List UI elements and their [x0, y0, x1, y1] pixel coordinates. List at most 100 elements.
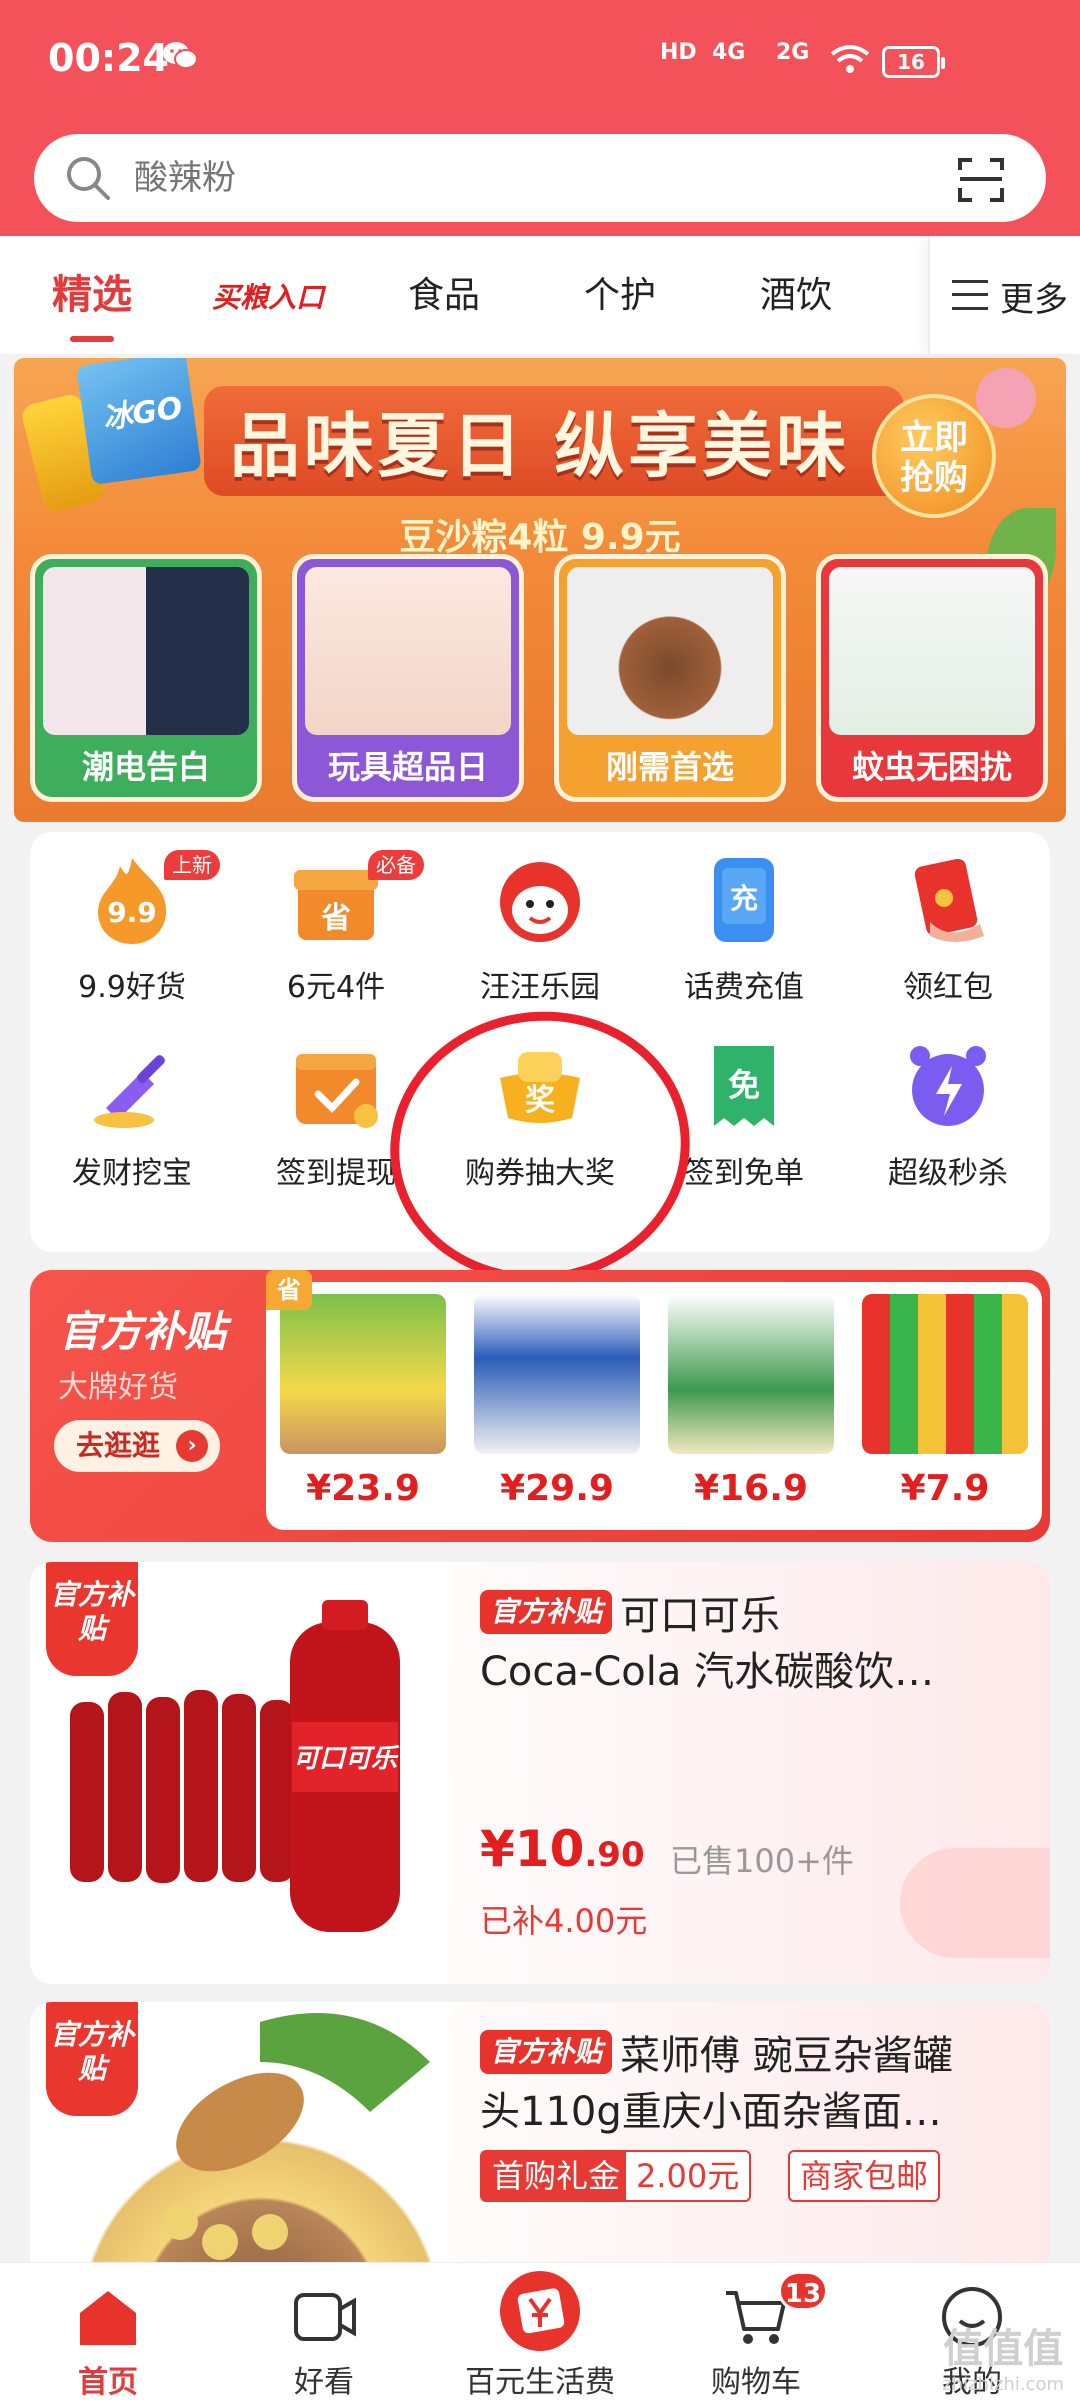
soy-milk-box-image — [668, 1294, 834, 1454]
grid-item-label: 9.9好货 — [78, 970, 186, 1005]
category-tabs: 精选 买粮入口 食品 个护 酒饮 更多 — [0, 236, 1080, 354]
calendar-check-icon — [296, 1054, 378, 1128]
first-purchase-coupon-label: 首购礼金 — [480, 2150, 633, 2202]
nav-label: 购物车 — [711, 2365, 801, 2400]
grid-item-checkin-cashout[interactable]: 签到提现 — [234, 1018, 438, 1198]
browse-button[interactable]: 去逛逛 › — [54, 1420, 221, 1472]
grid-item-treasure-dig[interactable]: 发财挖宝 — [30, 1018, 234, 1198]
first-purchase-coupon-value: 2.00元 — [624, 2150, 752, 2202]
product-price: ¥23.9 — [306, 1468, 420, 1509]
product-price: ¥10.90 — [480, 1820, 645, 1878]
prize-text: 奖 — [525, 1083, 555, 1118]
promo-banner[interactable]: 冰GO 品味夏日 纵享美味 豆沙粽4粒 9.9元 立即 抢购 潮电告白 玩具超品… — [14, 358, 1066, 822]
wifi-icon — [830, 45, 870, 73]
nav-watch[interactable]: 好看 — [216, 2263, 432, 2408]
browse-label: 去逛逛 — [76, 1429, 161, 1462]
shovel-treasure-icon — [94, 1055, 165, 1128]
nav-living-allowance[interactable]: 百元生活费 — [432, 2263, 648, 2408]
more-label: 更多 — [1000, 280, 1068, 320]
instant-rice-image — [567, 567, 773, 735]
grid-item-99-deals[interactable]: 9.9 上新 9.9好货 — [30, 832, 234, 1012]
grid-item-wangwang-park[interactable]: 汪汪乐园 — [438, 832, 642, 1012]
card-caption: 潮电告白 — [81, 748, 210, 786]
watermark-main: 值值值 — [943, 2326, 1064, 2372]
tab-personal-care[interactable]: 个护 — [584, 266, 656, 318]
free-text: 免 — [728, 1066, 760, 1104]
search-input[interactable] — [134, 148, 934, 208]
subsidy-subtitle: 大牌好货 — [58, 1370, 178, 1405]
banner-card-essentials[interactable]: 刚需首选 — [554, 554, 786, 802]
subsidy-product[interactable]: ¥7.9 — [848, 1282, 1042, 1530]
nav-cart[interactable]: 13 购物车 — [648, 2263, 864, 2408]
nav-label: 好看 — [294, 2365, 354, 2400]
status-bar: 00:24 HD 4G 2G 16 — [0, 0, 1080, 120]
new-tag: 上新 — [164, 850, 220, 880]
banner-card-mosquito[interactable]: 蚊虫无困扰 — [816, 554, 1048, 802]
product-price: ¥16.9 — [694, 1468, 808, 1509]
battery-indicator: 16 — [882, 46, 945, 78]
nav-label: 首页 — [78, 2365, 138, 2400]
product-title-line2: Coca-Cola 汽水碳酸饮… — [480, 1649, 935, 1695]
watermark-domain: zhizhizhi.com — [942, 2374, 1064, 2395]
free-receipt-icon: 免 — [714, 1046, 774, 1126]
menu-icon — [952, 280, 988, 310]
phone-topup-icon: 充 — [714, 858, 774, 942]
banner-cards: 潮电告白 玩具超品日 刚需首选 蚊虫无困扰 — [30, 554, 1050, 804]
tab-grain-entry[interactable]: 买粮入口 — [212, 276, 324, 316]
grid-item-6yuan-4pcs[interactable]: 省 必备 6元4件 — [234, 832, 438, 1012]
subsidy-product[interactable]: ¥16.9 — [654, 1282, 848, 1530]
tab-drinks[interactable]: 酒饮 — [760, 266, 832, 318]
grid-item-label: 超级秒杀 — [888, 1156, 1008, 1191]
nav-home[interactable]: 首页 — [0, 2263, 216, 2408]
quick-entry-grid: 9.9 上新 9.9好货 省 必备 6元4件 汪汪乐园 充 话费充值 领红包 发… — [30, 832, 1050, 1252]
sold-count: 已售100+件 — [670, 1842, 854, 1880]
flame-99-text: 9.9 — [107, 896, 157, 929]
header: 00:24 HD 4G 2G 16 — [0, 0, 1080, 236]
tab-featured[interactable]: 精选 — [52, 262, 132, 342]
topup-text: 充 — [730, 882, 758, 915]
grid-item-label: 6元4件 — [286, 970, 386, 1005]
grid-item-flash-sale[interactable]: 超级秒杀 — [846, 1018, 1050, 1198]
banner-card-toys[interactable]: 玩具超品日 — [292, 554, 524, 802]
search-bar[interactable] — [34, 134, 1046, 222]
tab-food[interactable]: 食品 — [408, 266, 480, 318]
scan-icon[interactable] — [956, 154, 1006, 204]
home-icon — [80, 2291, 136, 2345]
grid-item-label: 汪汪乐园 — [480, 970, 600, 1005]
buy-now-line1: 立即 — [900, 418, 968, 458]
subsidy-amount: 已补4.00元 — [480, 1902, 648, 1940]
grid-item-label: 话费充值 — [684, 970, 804, 1005]
beer-case-image — [474, 1294, 640, 1454]
must-have-tag: 必备 — [368, 850, 424, 880]
more-categories-button[interactable]: 更多 — [928, 236, 1080, 354]
grid-item-coupon-lottery[interactable]: 奖 购券抽大奖 — [438, 1018, 642, 1198]
grid-item-label: 购券抽大奖 — [465, 1156, 615, 1191]
grid-item-phone-topup[interactable]: 充 话费充值 — [642, 832, 846, 1012]
video-icon — [294, 2293, 356, 2341]
hd-indicator: HD — [660, 40, 697, 65]
grid-item-red-envelope[interactable]: 领红包 — [846, 832, 1050, 1012]
chips-bags-image — [862, 1294, 1028, 1454]
red-envelope-icon — [914, 858, 984, 942]
grid-item-label: 领红包 — [903, 970, 993, 1005]
subsidy-badge: 官方补贴 — [480, 1590, 613, 1634]
toy-tower-image — [305, 567, 511, 735]
product-card[interactable]: 可口可乐 官方补贴 可口可乐 官方补贴 Coca-Cola 汽水碳酸饮… ¥10… — [30, 1562, 1050, 1984]
official-subsidy-section[interactable]: 官方补贴 大牌好货 去逛逛 › ¥23.9 ¥29.9 ¥16.9 ¥7.9 省 — [30, 1270, 1050, 1542]
snack-box-image — [280, 1294, 446, 1454]
save-box-text: 省 — [321, 901, 351, 936]
subsidy-product[interactable]: ¥29.9 — [460, 1282, 654, 1530]
grid-item-checkin-free[interactable]: 免 签到免单 — [642, 1018, 846, 1198]
network-4g-indicator: 4G — [712, 40, 746, 65]
red-packet-float-button[interactable] — [900, 1848, 1050, 1958]
gold-ingot-prize-icon: 奖 — [500, 1052, 580, 1123]
banner-card-electronics[interactable]: 潮电告白 — [30, 554, 262, 802]
nav-label: 百元生活费 — [465, 2365, 615, 2400]
toothbrush-image — [43, 567, 249, 735]
buy-now-button[interactable]: 立即 抢购 — [872, 394, 996, 518]
dog-mascot-icon — [500, 862, 580, 942]
subsidy-badge: 官方补贴 — [480, 2030, 613, 2074]
gift-coin-icon — [500, 2271, 580, 2351]
save-tag: 省 — [266, 1270, 312, 1310]
subsidy-product[interactable]: ¥23.9 — [266, 1282, 460, 1530]
